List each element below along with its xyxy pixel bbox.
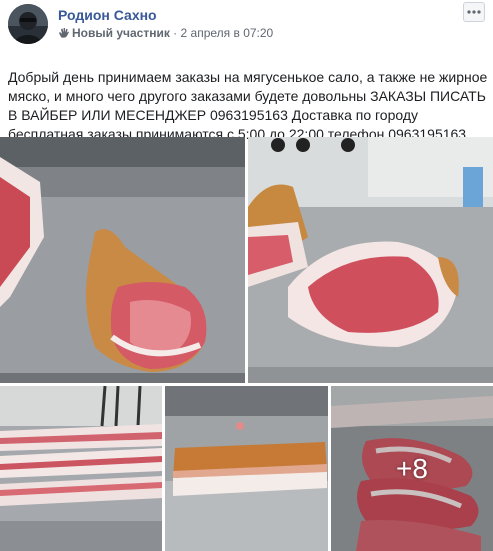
post-meta: Новый участник · 2 апреля в 07:20	[58, 26, 273, 40]
new-member-badge[interactable]: Новый участник	[58, 26, 173, 40]
post-photo-3[interactable]	[0, 386, 162, 551]
post-photo-4[interactable]	[165, 386, 328, 551]
meta-separator: ·	[173, 26, 178, 40]
badge-label: Новый участник	[72, 26, 170, 40]
author-name-link[interactable]: Родион Сахно	[58, 7, 157, 23]
more-options-icon	[467, 10, 481, 14]
avatar[interactable]	[8, 4, 48, 44]
waving-hand-icon	[59, 28, 69, 38]
post-photo-1[interactable]	[0, 137, 245, 383]
post-timestamp[interactable]: 2 апреля в 07:20	[181, 26, 274, 40]
more-photos-count[interactable]: +8	[331, 386, 493, 551]
post-photo-2[interactable]	[248, 137, 493, 383]
post-text: Добрый день принимаем заказы на мягусень…	[8, 69, 488, 142]
post-photo-5-more[interactable]: +8	[331, 386, 493, 551]
more-options-button[interactable]	[463, 2, 485, 22]
post-header: Родион Сахно Новый участник · 2 апреля в…	[8, 2, 485, 44]
